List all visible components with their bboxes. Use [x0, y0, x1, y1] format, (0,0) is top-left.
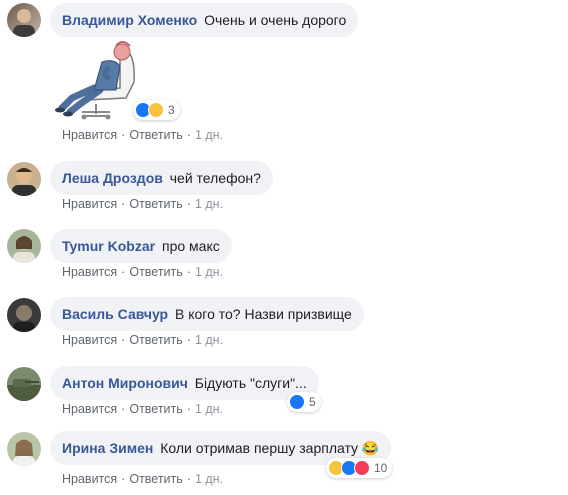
reactions-summary[interactable]: 3: [133, 100, 180, 120]
comment-author[interactable]: Василь Савчур: [62, 306, 168, 322]
like-reaction-icon: [289, 394, 305, 410]
reply-button[interactable]: Ответить: [129, 197, 182, 211]
comment-timestamp[interactable]: 1 дн.: [195, 402, 223, 416]
avatar[interactable]: [7, 162, 41, 196]
laughing-emoji-icon: 😂: [361, 440, 380, 456]
like-button[interactable]: Нравится: [62, 197, 117, 211]
reaction-count: 10: [374, 461, 388, 475]
comment-text: про макс: [161, 238, 220, 254]
reactions-summary[interactable]: 5: [287, 392, 321, 412]
reactions-summary[interactable]: 10: [326, 458, 393, 478]
reply-button[interactable]: Ответить: [129, 402, 182, 416]
comment-author[interactable]: Леша Дроздов: [62, 170, 163, 186]
comment-bubble: Леша Дроздов чей телефон?: [50, 161, 273, 195]
reply-button[interactable]: Ответить: [129, 128, 182, 142]
like-button[interactable]: Нравится: [62, 265, 117, 279]
comment-text: В кого то? Назви призвище: [175, 306, 352, 322]
avatar[interactable]: [7, 3, 41, 37]
comment-text: Очень и очень дорого: [204, 12, 347, 28]
sticker-image: [50, 32, 142, 120]
comment-bubble: Tymur Kobzar про макс: [50, 229, 232, 263]
reaction-count: 5: [309, 395, 316, 409]
comment-actions: Нравится · Ответить · 1 дн.: [62, 197, 224, 211]
like-button[interactable]: Нравится: [62, 472, 117, 486]
comment-timestamp[interactable]: 1 дн.: [195, 265, 223, 279]
like-button[interactable]: Нравится: [62, 128, 117, 142]
comment-actions: Нравится · Ответить · 1 дн.: [62, 265, 224, 279]
love-reaction-icon: [354, 460, 370, 476]
comment-actions: Нравится · Ответить · 1 дн.: [62, 128, 224, 142]
avatar[interactable]: [7, 367, 41, 401]
comment-actions: Нравится · Ответить · 1 дн.: [62, 472, 224, 486]
avatar[interactable]: [7, 298, 41, 332]
comment-timestamp[interactable]: 1 дн.: [195, 128, 223, 142]
reply-button[interactable]: Ответить: [129, 333, 182, 347]
like-button[interactable]: Нравится: [62, 402, 117, 416]
reply-button[interactable]: Ответить: [129, 265, 182, 279]
comment-actions: Нравится · Ответить · 1 дн.: [62, 333, 224, 347]
reply-button[interactable]: Ответить: [129, 472, 182, 486]
reaction-count: 3: [168, 103, 175, 117]
avatar[interactable]: [7, 229, 41, 263]
haha-reaction-icon: [148, 102, 164, 118]
comment-text: чей телефон?: [169, 170, 261, 186]
comment-author[interactable]: Антон Миронович: [62, 375, 188, 391]
comment-author[interactable]: Ирина Зимен: [62, 440, 153, 456]
comment-author[interactable]: Владимир Хоменко: [62, 12, 197, 28]
comment-bubble: Антон Миронович Бідують "слуги"...: [50, 366, 319, 400]
comment-actions: Нравится · Ответить · 1 дн.: [62, 402, 224, 416]
comment-text: Бідують "слуги"...: [194, 375, 307, 391]
comment-timestamp[interactable]: 1 дн.: [195, 472, 223, 486]
comment-timestamp[interactable]: 1 дн.: [195, 333, 223, 347]
like-button[interactable]: Нравится: [62, 333, 117, 347]
comment-author[interactable]: Tymur Kobzar: [62, 238, 155, 254]
comment-timestamp[interactable]: 1 дн.: [195, 197, 223, 211]
comment-bubble: Василь Савчур В кого то? Назви призвище: [50, 297, 364, 331]
avatar[interactable]: [7, 432, 41, 466]
comment-text: Коли отримав першу зарплату: [160, 440, 359, 456]
